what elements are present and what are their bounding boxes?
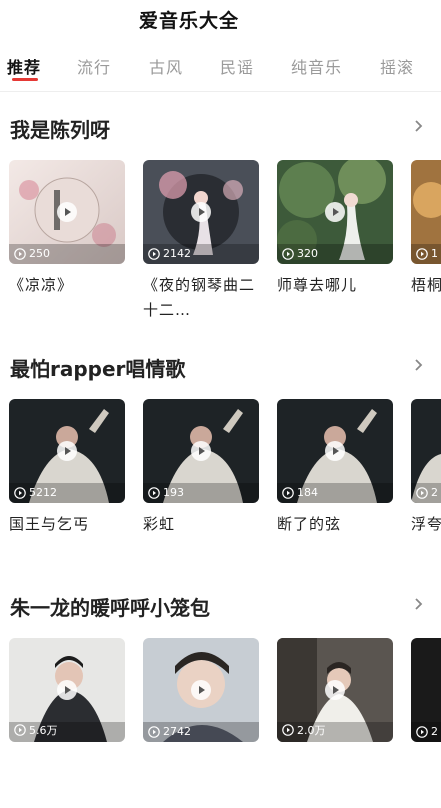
play-icon[interactable] — [325, 202, 345, 222]
play-count-icon — [282, 247, 294, 260]
app-title: 爱音乐大全 — [138, 10, 239, 32]
play-count-icon — [416, 725, 428, 738]
play-count-value: 1 — [431, 247, 438, 260]
video-card[interactable]: 2.0万 — [277, 638, 393, 742]
video-thumbnail: 2 — [411, 399, 441, 503]
category-tabs: 推荐 流行 古风 民谣 纯音乐 摇滚 — [0, 50, 441, 86]
tabs-divider — [0, 91, 441, 92]
video-title[interactable]: 《凉凉》 — [9, 273, 121, 298]
tab-pop[interactable]: 流行 — [77, 54, 111, 78]
video-card[interactable]: 184 断了的弦 — [277, 399, 393, 537]
play-count-value: 193 — [163, 486, 184, 499]
video-title[interactable]: 断了的弦 — [277, 512, 389, 537]
chevron-right-icon[interactable] — [412, 116, 426, 136]
video-card[interactable]: 250 《凉凉》 — [9, 160, 125, 298]
section-title: 朱一龙的暖呼呼小笼包 — [10, 596, 210, 620]
play-count-icon — [416, 247, 428, 260]
play-count-icon — [282, 486, 294, 499]
play-count: 320 — [282, 247, 318, 260]
video-card[interactable]: 5212 国王与乞丐 — [9, 399, 125, 537]
play-icon[interactable] — [191, 680, 211, 700]
section-title: 最怕rapper唱情歌 — [10, 357, 186, 381]
play-count: 5.6万 — [14, 722, 58, 738]
play-count: 2 — [416, 725, 438, 738]
video-thumbnail: 2742 — [143, 638, 259, 742]
chevron-right-icon[interactable] — [412, 594, 426, 614]
play-count-value: 250 — [29, 247, 50, 260]
play-count-value: 2742 — [163, 725, 191, 738]
video-thumbnail: 250 — [9, 160, 125, 264]
video-thumbnail: 2142 — [143, 160, 259, 264]
video-title[interactable]: 《夜的钢琴曲二十二… — [143, 273, 255, 323]
play-count-icon — [14, 724, 26, 736]
video-thumbnail: 184 — [277, 399, 393, 503]
tab-pure-music[interactable]: 纯音乐 — [291, 54, 342, 78]
tab-rock[interactable]: 摇滚 — [380, 54, 414, 78]
play-count: 2 — [416, 486, 438, 499]
video-card[interactable]: 5.6万 — [9, 638, 125, 742]
play-icon[interactable] — [325, 680, 345, 700]
tab-folk[interactable]: 民谣 — [220, 54, 254, 78]
play-icon[interactable] — [57, 441, 77, 461]
video-card[interactable]: 2 浮夸 — [411, 399, 441, 537]
play-count: 2.0万 — [282, 722, 326, 738]
play-count-value: 184 — [297, 486, 318, 499]
play-count-value: 2 — [431, 725, 438, 738]
chevron-right-icon[interactable] — [412, 355, 426, 375]
active-tab-indicator — [12, 78, 38, 81]
play-count-value: 320 — [297, 247, 318, 260]
video-thumbnail: 5212 — [9, 399, 125, 503]
play-count-value: 5.6万 — [29, 724, 58, 737]
video-card[interactable]: 2 — [411, 638, 441, 742]
play-count: 2142 — [148, 247, 191, 260]
play-count: 250 — [14, 247, 50, 260]
video-thumbnail: 193 — [143, 399, 259, 503]
video-thumbnail: 5.6万 — [9, 638, 125, 742]
video-title[interactable]: 国王与乞丐 — [9, 512, 121, 537]
play-count: 193 — [148, 486, 184, 499]
play-icon[interactable] — [191, 441, 211, 461]
video-title[interactable]: 彩虹 — [143, 512, 255, 537]
play-count-icon — [14, 247, 26, 260]
play-count: 1 — [416, 247, 438, 260]
video-card[interactable]: 2742 — [143, 638, 259, 742]
play-count-value: 2142 — [163, 247, 191, 260]
play-icon[interactable] — [57, 680, 77, 700]
play-count-icon — [282, 724, 294, 736]
play-count-icon — [148, 486, 160, 499]
play-count-icon — [416, 486, 428, 499]
play-count: 5212 — [14, 486, 57, 499]
play-count-value: 5212 — [29, 486, 57, 499]
play-count: 184 — [282, 486, 318, 499]
play-count-icon — [14, 486, 26, 499]
play-icon[interactable] — [191, 202, 211, 222]
video-card[interactable]: 1 梧桐你我 — [411, 160, 441, 298]
play-count-value: 2 — [431, 486, 438, 499]
video-title[interactable]: 浮夸 — [411, 512, 441, 537]
tab-recommend[interactable]: 推荐 — [7, 54, 41, 78]
play-count: 2742 — [148, 725, 191, 738]
tab-ancient[interactable]: 古风 — [149, 54, 183, 78]
video-thumbnail: 2 — [411, 638, 441, 742]
play-count-value: 2.0万 — [297, 724, 326, 737]
video-thumbnail: 2.0万 — [277, 638, 393, 742]
video-thumbnail: 320 — [277, 160, 393, 264]
play-count-icon — [148, 725, 160, 738]
video-card[interactable]: 193 彩虹 — [143, 399, 259, 537]
play-icon[interactable] — [325, 441, 345, 461]
play-icon[interactable] — [57, 202, 77, 222]
video-thumbnail: 1 — [411, 160, 441, 264]
video-title[interactable]: 师尊去哪儿 — [277, 273, 389, 298]
video-title[interactable]: 梧桐你我 — [411, 273, 441, 298]
video-card[interactable]: 320 师尊去哪儿 — [277, 160, 393, 298]
play-count-icon — [148, 247, 160, 260]
section-title: 我是陈列呀 — [10, 118, 110, 142]
video-card[interactable]: 2142 《夜的钢琴曲二十二… — [143, 160, 259, 323]
